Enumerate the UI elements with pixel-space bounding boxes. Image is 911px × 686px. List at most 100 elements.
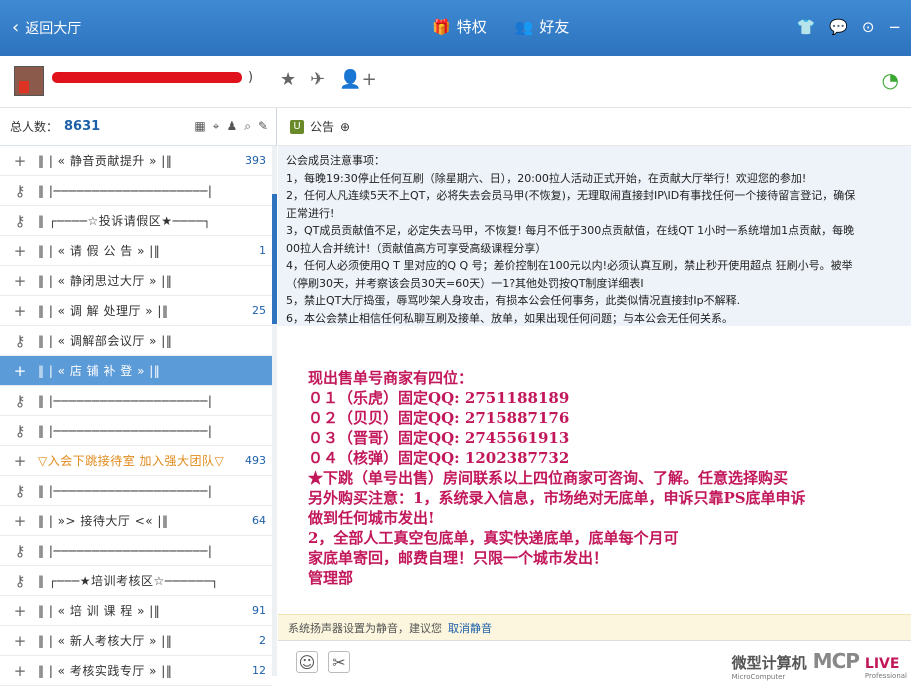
channel-row[interactable]: ⚷ ‖ |────────────────────| <box>0 536 272 566</box>
channel-row[interactable]: ⚷ ‖ ┌───★培训考核区☆──────┐ <box>0 566 272 596</box>
input-toolbar: ☺ ✂ 微型计算机 MicroComputer MCP LIVE Profess… <box>278 640 911 681</box>
channel-name: ‖ | « 调 解 处理厅 » |‖ <box>38 304 169 318</box>
watermark: 微型计算机 MicroComputer MCP LIVE Professiona… <box>732 649 907 681</box>
channel-row[interactable]: ⚷ ‖ |────────────────────| <box>0 416 272 446</box>
channel-name: ‖ | « 静音贡献提升 » |‖ <box>38 154 173 168</box>
channel-count: 393 <box>245 154 266 167</box>
announcement-line: 5，禁止QT大厅捣蛋，辱骂吵架人身攻击，有损本公会任何事务，此类似情况直接封Ip… <box>286 294 741 307</box>
room-avatar[interactable] <box>14 66 44 96</box>
announcement-title: 公告 <box>310 120 335 134</box>
expand-plus-icon[interactable]: + <box>10 602 30 620</box>
chat-icon[interactable]: 💬 <box>829 18 848 36</box>
channel-name: ▽入会下跳接待室 加入强大团队▽ <box>38 454 225 468</box>
expand-plus-icon[interactable]: + <box>10 152 30 170</box>
channel-name: ‖ |────────────────────| <box>38 393 213 408</box>
channel-scroll-thumb[interactable] <box>272 194 277 324</box>
unmute-link[interactable]: 取消静音 <box>448 620 492 636</box>
channel-list: + ‖ | « 静音贡献提升 » |‖ 393 ⚷ ‖ |───────────────… <box>0 146 272 686</box>
announcement-line: （停刷30天，并考察该会员30天=60天）一1?其他处罚按QT制度详细表I <box>286 276 644 290</box>
privilege-button[interactable]: 🎁 特权 <box>432 16 487 37</box>
expand-plus-icon[interactable]: + <box>10 362 30 380</box>
key-lock-icon[interactable]: ⚷ <box>10 542 30 560</box>
announcement-icon: U <box>290 119 304 134</box>
signal-icon: ◔ <box>881 68 899 92</box>
channel-row[interactable]: + ‖ | « 请 假 公 告 » |‖ 1 <box>0 236 272 266</box>
expand-plus-icon[interactable]: + <box>10 662 30 680</box>
notice-line: 管理部 <box>308 569 354 587</box>
back-to-lobby-button[interactable]: ‹ 返回大厅 <box>12 18 81 38</box>
key-lock-icon[interactable]: ⚷ <box>10 572 30 590</box>
expand-plus-icon[interactable]: + <box>10 272 30 290</box>
add-user-icon[interactable]: 👤+ <box>339 69 377 90</box>
expand-icon[interactable]: ⊕ <box>340 120 350 134</box>
channel-row[interactable]: ⚷ ‖ |────────────────────| <box>0 176 272 206</box>
search-icon[interactable]: ⌕ <box>244 119 251 134</box>
chevron-left-icon: ‹ <box>12 17 20 38</box>
channel-row[interactable]: + ‖ | « 静音贡献提升 » |‖ 393 <box>0 146 272 176</box>
channel-row[interactable]: + ‖ | « 新人考核大厅 » |‖ 2 <box>0 626 272 656</box>
scissors-icon[interactable]: ✂ <box>328 651 350 673</box>
key-lock-icon[interactable]: ⚷ <box>10 212 30 230</box>
channel-row[interactable]: + ‖ | « 店 铺 补 登 » |‖ <box>0 356 272 386</box>
watermark-pro: Professional <box>864 672 907 680</box>
edit-icon[interactable]: ✎ <box>258 119 268 134</box>
channel-row[interactable]: ⚷ ‖ ┌────☆投诉请假区★────┐ <box>0 206 272 236</box>
key-lock-icon[interactable]: ⚷ <box>10 422 30 440</box>
channel-name: ‖ | »> 接待大厅 <« |‖ <box>38 514 169 528</box>
channel-row[interactable]: ⚷ ‖ |────────────────────| <box>0 476 272 506</box>
expand-plus-icon[interactable]: + <box>10 632 30 650</box>
sound-notice-bar: 系统扬声器设置为静音，建议您 取消静音 <box>278 614 911 640</box>
expand-plus-icon[interactable]: + <box>10 512 30 530</box>
announcement-line: 1，每晚19:30停止任何互刷（除星期六、日），20:00拉人活动正式开始，在贡… <box>286 171 807 185</box>
notice-line: 做到任何城市发出! <box>308 509 435 527</box>
key-lock-icon[interactable]: ⚷ <box>10 482 30 500</box>
notice-line: ０２（贝贝）固定QQ: 2715887176 <box>308 409 570 427</box>
emoji-icon[interactable]: ☺ <box>296 651 318 673</box>
total-users-bar: 总人数： 8631 ▦ ⌖ ♟ ⌕ ✎ <box>0 108 276 146</box>
channel-name: ‖ | « 店 铺 补 登 » |‖ <box>38 364 161 378</box>
channel-row[interactable]: + ▽入会下跳接待室 加入强大团队▽ 493 <box>0 446 272 476</box>
channel-row[interactable]: + ‖ | « 调 解 处理厅 » |‖ 25 <box>0 296 272 326</box>
room-actions: ★ ✈ 👤+ <box>280 69 377 90</box>
expand-plus-icon[interactable]: + <box>10 452 30 470</box>
channel-row[interactable]: ⚷ ‖ |────────────────────| <box>0 386 272 416</box>
gift-icon: 🎁 <box>432 17 451 36</box>
user-icon[interactable]: ♟ <box>226 119 237 134</box>
channel-count: 1 <box>259 244 266 257</box>
channel-name: ‖ | « 新人考核大厅 » |‖ <box>38 634 173 648</box>
key-lock-icon[interactable]: ⚷ <box>10 182 30 200</box>
key-lock-icon[interactable]: ⚷ <box>10 332 30 350</box>
key-lock-icon[interactable]: ⚷ <box>10 392 30 410</box>
chat-message: 现出售单号商家有四位： ０１（乐虎）固定QQ: 2751188189 ０２（贝贝… <box>308 368 908 588</box>
announcement-line: 4，任何人必须使用Q T 里对应的Q Q 号；差价控制在100元以内!必须认真互… <box>286 259 853 272</box>
friends-button[interactable]: 👥 好友 <box>515 16 570 37</box>
notice-line: ０１（乐虎）固定QQ: 2751188189 <box>308 389 570 407</box>
settings-icon[interactable]: ⊙ <box>862 18 875 36</box>
channel-row[interactable]: + ‖ | « 培 训 课 程 » |‖ 91 <box>0 596 272 626</box>
privilege-label: 特权 <box>456 18 487 36</box>
shirt-icon[interactable]: 👕 <box>796 18 815 36</box>
chat-panel: U 公告 ⊕ 公会成员注意事项： 1，每晚19:30停止任何互刷（除星期六、日）… <box>278 108 911 681</box>
location-icon[interactable]: ⌖ <box>213 119 220 134</box>
notice-line: 现出售单号商家有四位： <box>308 369 474 387</box>
channel-row[interactable]: + ‖ | « 静闭思过大厅 » |‖ <box>0 266 272 296</box>
star-icon[interactable]: ★ <box>280 69 296 90</box>
channel-row[interactable]: + ‖ | »> 接待大厅 <« |‖ 64 <box>0 506 272 536</box>
channel-name: ‖ ┌────☆投诉请假区★────┐ <box>38 214 212 228</box>
plane-icon[interactable]: ✈ <box>310 69 325 90</box>
notice-line: 另外购买注意：1，系统录入信息，市场绝对无底单，申诉只靠PS底单申诉 <box>308 489 806 507</box>
announcement-line: 2，任何人凡连续5天不上QT，必将失去会员马甲(不恢复)，无理取闹直接封IP\I… <box>286 189 856 202</box>
channel-name: ‖ |────────────────────| <box>38 543 213 558</box>
sound-notice-text: 系统扬声器设置为静音，建议您 <box>288 621 442 635</box>
list-icon[interactable]: ▦ <box>194 119 205 134</box>
channel-name: ‖ | « 静闭思过大厅 » |‖ <box>38 274 173 288</box>
total-users-label: 总人数： <box>10 120 59 134</box>
channel-scrollbar[interactable] <box>272 146 277 676</box>
channel-row[interactable]: ⚷ ‖ | « 调解部会议厅 » |‖ <box>0 326 272 356</box>
announcement-line: 公会成员注意事项： <box>286 154 385 167</box>
minimize-icon[interactable]: − <box>888 18 901 36</box>
expand-plus-icon[interactable]: + <box>10 302 30 320</box>
channel-row[interactable]: + ‖ | « 考核实践专厅 » |‖ 12 <box>0 656 272 686</box>
channel-count: 64 <box>252 514 266 527</box>
expand-plus-icon[interactable]: + <box>10 242 30 260</box>
